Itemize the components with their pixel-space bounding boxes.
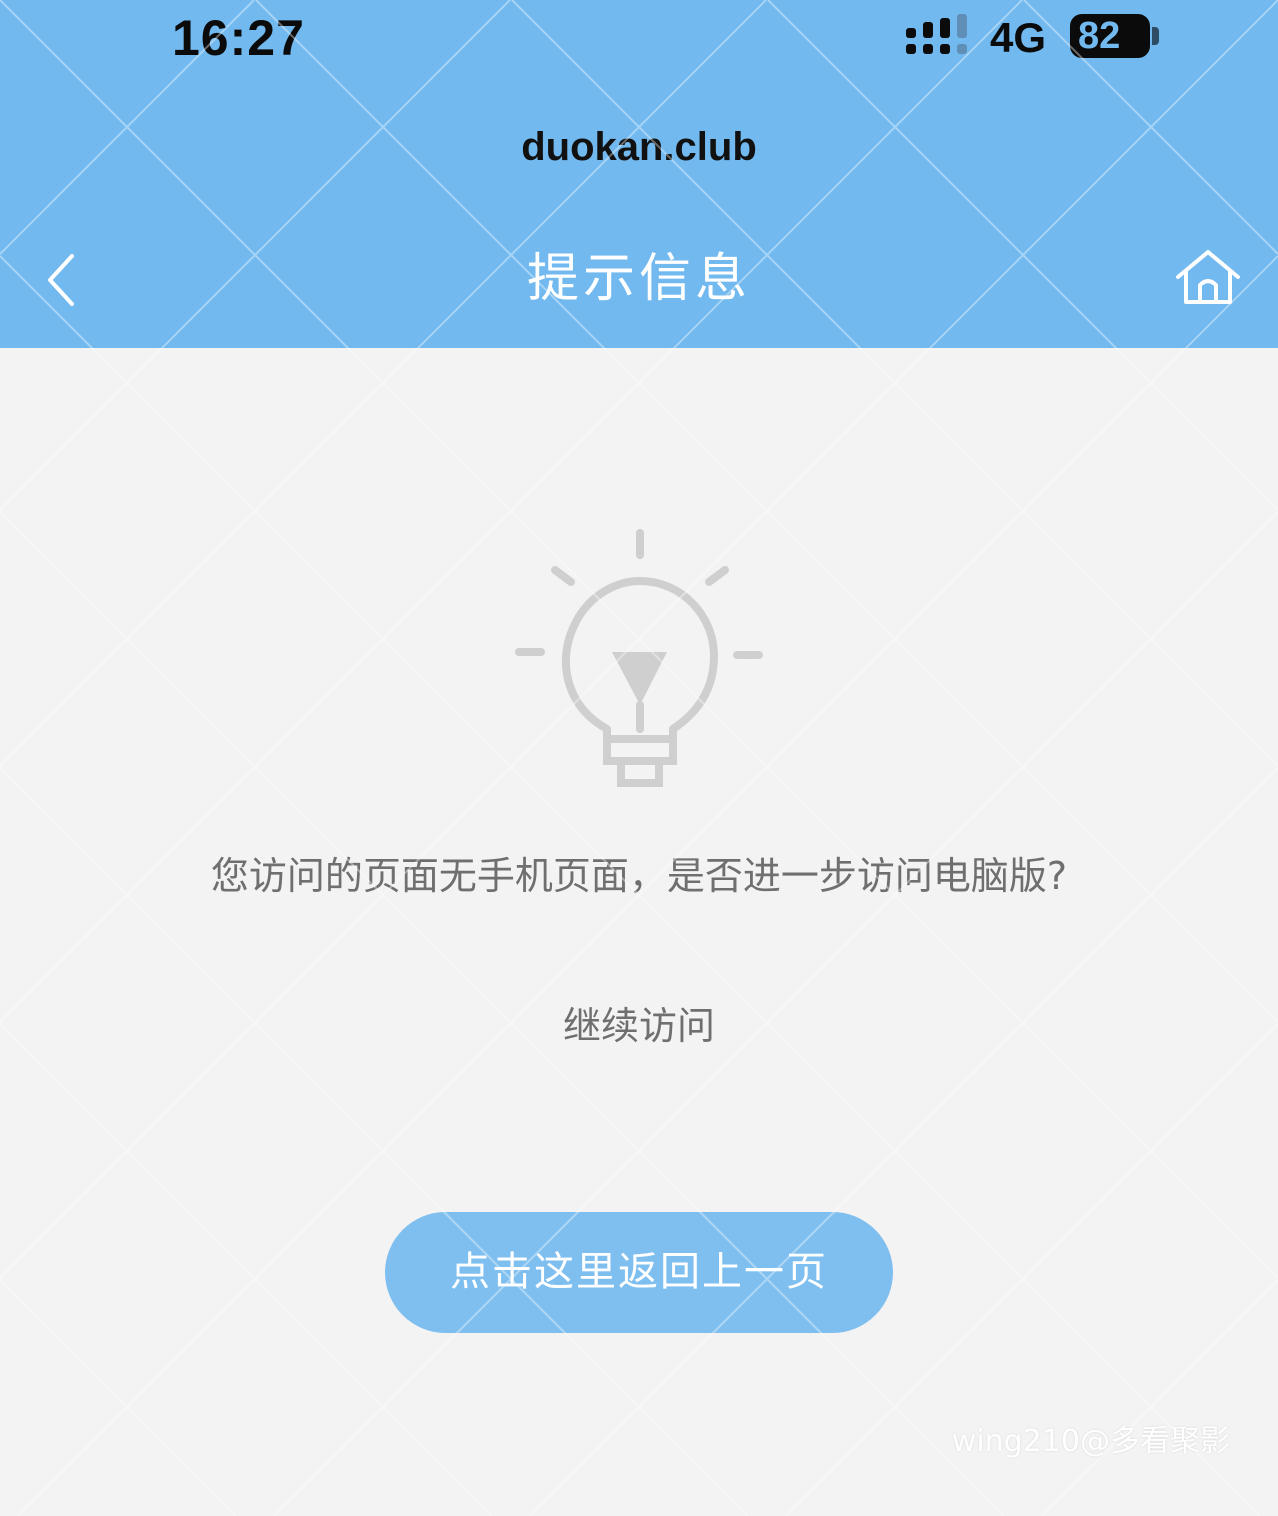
battery-indicator: 82 xyxy=(1070,14,1150,58)
status-time: 16:27 xyxy=(172,10,305,66)
info-message: 您访问的页面无手机页面，是否进一步访问电脑版? xyxy=(210,854,1068,898)
lightbulb-icon xyxy=(515,529,763,787)
watermark-credit: wing210@多看聚影 xyxy=(951,1424,1230,1459)
signal-strength-icon xyxy=(906,14,967,54)
back-button[interactable]: 点击这里返回上一页 xyxy=(385,1212,893,1333)
header: 16:27 4G 82 duokan.club 提示信息 xyxy=(0,0,1278,348)
continue-link[interactable]: 继续访问 xyxy=(539,1000,739,1052)
url-label: duokan.club xyxy=(521,125,757,169)
page: 16:27 4G 82 duokan.club 提示信息 您访问的页面无手机页面… xyxy=(0,0,1278,1516)
network-type: 4G xyxy=(990,14,1047,61)
page-title: 提示信息 xyxy=(526,249,751,309)
battery-cap xyxy=(1152,27,1159,45)
home-icon[interactable] xyxy=(1170,244,1246,314)
battery-level: 82 xyxy=(1078,15,1121,57)
